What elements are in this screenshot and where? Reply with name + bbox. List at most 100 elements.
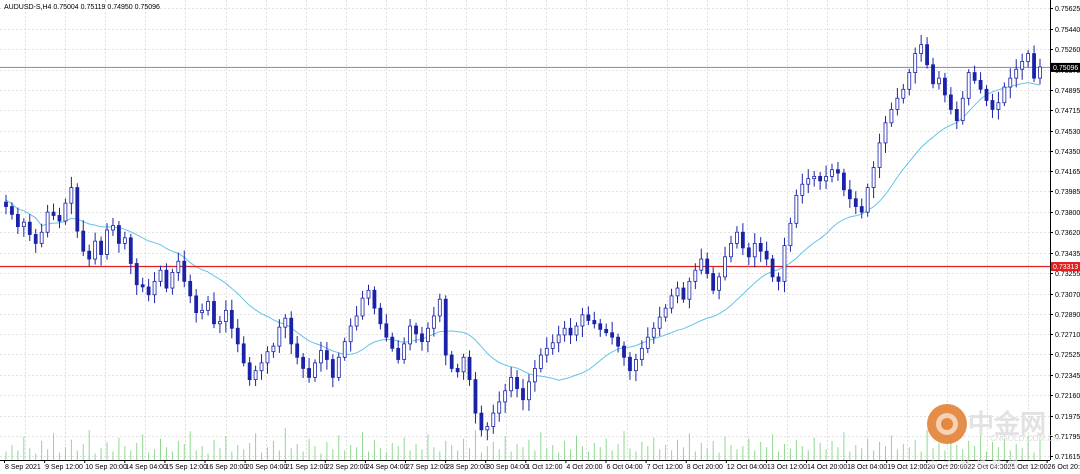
x-tick-label: 8 Oct 20:00 xyxy=(687,464,723,471)
candle-body xyxy=(384,323,389,338)
candle-body xyxy=(443,298,448,356)
candle-body xyxy=(372,289,377,309)
candle-body xyxy=(348,325,353,343)
current-price-label-text: 0.75096 xyxy=(1053,65,1078,72)
candle-body xyxy=(836,169,840,174)
chart-grid xyxy=(0,0,1050,460)
current-price-label: 0.75096 xyxy=(1051,62,1080,72)
candle-body xyxy=(75,187,80,232)
y-tick-label: 0.75440 xyxy=(1055,27,1080,34)
x-tick-label: 27 Sep 12:00 xyxy=(406,464,448,471)
x-tick-label: 28 Sep 20:00 xyxy=(446,464,488,471)
candle-body xyxy=(1008,77,1013,88)
candle-body xyxy=(776,276,781,282)
candle-body xyxy=(336,356,341,378)
candle-body xyxy=(140,284,145,288)
candle-body xyxy=(437,298,442,317)
x-tick-label: 13 Oct 12:00 xyxy=(767,464,807,471)
y-tick-label: 0.73435 xyxy=(1055,251,1080,258)
candle-body xyxy=(538,354,543,369)
y-axis: 0.756250.754400.752600.750750.748950.747… xyxy=(1050,6,1080,461)
candle-body xyxy=(705,258,710,274)
y-tick-label: 0.72710 xyxy=(1055,332,1080,339)
candle-body xyxy=(954,109,959,121)
candle-body xyxy=(265,351,270,364)
candle-body xyxy=(1014,68,1019,79)
candle-body xyxy=(723,256,727,278)
price-chart[interactable]: 0.756250.754400.752600.750750.748950.747… xyxy=(0,0,1080,474)
candle-body xyxy=(241,343,246,364)
candle-body xyxy=(937,77,941,85)
candle-body xyxy=(604,328,609,334)
candle-body xyxy=(865,187,870,213)
candle-body xyxy=(277,326,282,347)
candle-body xyxy=(616,336,620,347)
candle-body xyxy=(586,314,591,321)
x-tick-label: 21 Sep 12:00 xyxy=(286,464,328,471)
candle-body xyxy=(895,97,900,110)
candle-body xyxy=(1002,86,1007,104)
candle-body xyxy=(164,269,169,289)
candle-body xyxy=(455,368,460,373)
candle-body xyxy=(170,272,175,289)
candle-body xyxy=(152,280,157,296)
candle-body xyxy=(111,225,115,231)
candle-body xyxy=(473,379,478,414)
candle-body xyxy=(414,325,418,335)
y-tick-label: 0.73985 xyxy=(1055,189,1080,196)
candle-body xyxy=(271,345,276,353)
candle-body xyxy=(883,122,888,144)
candle-body xyxy=(966,72,971,99)
x-tick-label: 18 Oct 04:00 xyxy=(847,464,887,471)
candle-body xyxy=(146,286,151,296)
candle-body xyxy=(663,307,668,318)
y-tick-label: 0.74350 xyxy=(1055,149,1080,156)
candle-body xyxy=(978,79,983,90)
candle-body xyxy=(182,260,187,282)
candle-body xyxy=(461,356,466,373)
candle-body xyxy=(87,250,92,260)
candle-body xyxy=(687,280,692,300)
candle-body xyxy=(758,242,763,252)
candle-body xyxy=(485,426,490,431)
candle-body xyxy=(943,77,947,96)
candle-body xyxy=(996,102,1001,110)
candle-body xyxy=(717,276,722,291)
x-tick-label: 10 Sep 20:00 xyxy=(85,464,127,471)
candle-body xyxy=(657,316,662,329)
x-tick-label: 16 Sep 20:00 xyxy=(206,464,248,471)
candle-body xyxy=(628,356,632,372)
candle-body xyxy=(693,269,698,282)
candle-body xyxy=(527,381,531,401)
candle-body xyxy=(984,88,989,101)
candle-body xyxy=(562,327,567,336)
candle-body xyxy=(752,242,757,258)
y-tick-label: 0.74530 xyxy=(1055,129,1080,136)
y-tick-label: 0.72345 xyxy=(1055,373,1080,380)
candle-body xyxy=(45,211,50,233)
candle-body xyxy=(907,72,912,90)
candle-body xyxy=(699,258,704,271)
candle-body xyxy=(63,202,68,222)
candle-body xyxy=(57,215,62,222)
candles xyxy=(4,34,1042,441)
candle-body xyxy=(122,237,127,244)
candle-body xyxy=(330,359,335,378)
x-tick-label: 8 Sep 2021 xyxy=(5,464,41,471)
candle-body xyxy=(99,240,103,255)
candle-body xyxy=(550,342,555,349)
candle-body xyxy=(610,332,615,338)
candle-body xyxy=(1026,53,1031,62)
y-tick-label: 0.74715 xyxy=(1055,108,1080,115)
candle-body xyxy=(990,100,995,110)
candle-body xyxy=(925,44,929,66)
x-tick-label: 20 Sep 04:00 xyxy=(246,464,288,471)
candle-body xyxy=(669,295,674,309)
x-tick-label: 26 Oct 20:00 xyxy=(1048,464,1080,471)
candle-body xyxy=(746,247,751,258)
candle-body xyxy=(794,194,799,224)
candle-body xyxy=(194,295,199,314)
candle-body xyxy=(503,390,508,403)
candle-body xyxy=(509,376,514,392)
x-tick-label: 30 Sep 04:00 xyxy=(486,464,528,471)
